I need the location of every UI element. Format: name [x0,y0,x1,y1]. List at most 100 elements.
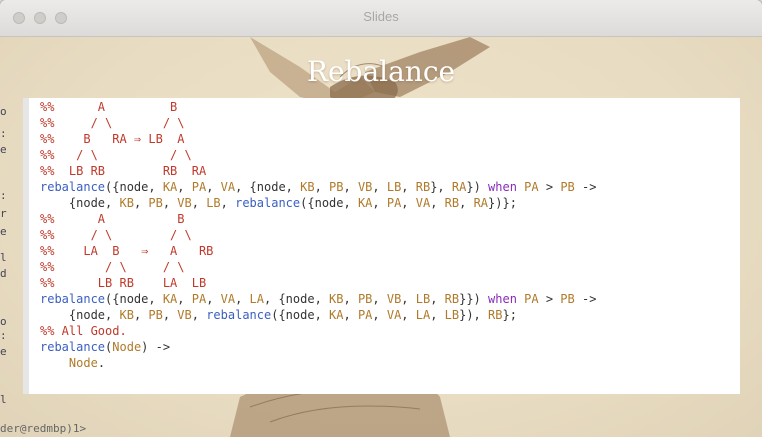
code-token-plain: ({node, [271,308,330,322]
code-token-var: KA [162,180,178,194]
code-token-plain: , [372,308,387,322]
code-token-comment: %% A B [40,212,185,226]
code-token-fn: rebalance [206,308,272,322]
code-token-var: PB [560,180,575,194]
code-token-var: VB [357,180,373,194]
code-token-plain: ({node, [300,196,358,210]
code-token-plain: {node, [40,196,120,210]
code-line: %% B RA ⇒ LB A [40,131,740,147]
code-token-plain: }}) [459,292,489,306]
terminal-edge-glyph: r [0,207,7,220]
code-token-plain: , [314,180,330,194]
code-token-var: PB [329,180,344,194]
code-token-var: PA [191,180,207,194]
code-token-var: PA [386,196,402,210]
code-line: rebalance(Node) -> [40,339,740,355]
code-line: %% A B [40,211,740,227]
code-token-var: PB [148,196,163,210]
code-token-plain: , [162,308,178,322]
code-token-var: VB [177,196,192,210]
terminal-edge-glyph: d [0,267,7,280]
code-token-plain: , [401,308,416,322]
code-token-plain: , [372,196,387,210]
code-block: %% A B %% / \ / \ %% B RA ⇒ LB A %% / \ / \… [23,98,740,394]
code-line: %% LA B ⇒ A RB [40,243,740,259]
code-token-var: LB [415,292,431,306]
code-token-comment: %% LB RB LA LB [40,276,207,290]
code-token-var: PB [148,308,163,322]
code-token-fn: rebalance [235,196,301,210]
code-token-plain: , [401,196,416,210]
code-token-plain: , [343,180,358,194]
code-token-plain: > [538,180,561,194]
code-line: Node. [40,355,740,371]
code-token-var: RB [415,180,431,194]
code-token-plain: , [401,292,416,306]
code-token-fn: rebalance [40,292,106,306]
terminal-edge-glyph: l [0,393,7,406]
code-token-comment: %% A B [40,100,178,114]
code-token-plain: }; [502,308,517,322]
code-token-var: KA [357,196,373,210]
code-token-plain: , [206,292,221,306]
code-token-plain: . [97,356,106,370]
code-token-plain: , [401,180,416,194]
code-token-var: LB [386,180,402,194]
code-token-fn: rebalance [40,180,106,194]
code-line: %% / \ / \ [40,259,740,275]
terminal-edge-glyph: e [0,143,7,156]
code-token-plain: }), [459,308,489,322]
code-token-var: KB [329,292,344,306]
code-line: rebalance({node, KA, PA, VA, LA, {node, … [40,291,740,307]
terminal-edge-glyph: : [0,127,7,140]
code-token-var: Node [112,340,142,354]
code-token-comment: %% / \ / \ [40,228,192,242]
code-token-plain: , [343,308,358,322]
code-token-fn: rebalance [40,340,106,354]
code-token-plain: , [191,308,207,322]
code-token-var: VB [177,308,192,322]
code-token-var: KB [119,196,134,210]
code-token-plain: -> [574,292,597,306]
code-token-var: PA [524,180,539,194]
code-token-plain: , {node, [264,292,330,306]
code-line: %% LB RB LA LB [40,275,740,291]
code-line: {node, KB, PB, VB, rebalance({node, KA, … [40,307,740,323]
code-token-comment: %% / \ / \ [40,260,185,274]
code-token-plain: , [177,180,192,194]
code-token-var: Node [68,356,98,370]
slides-window: Slides o:e:reldo:el der@redmbp)1> Rebala… [0,0,762,437]
code-token-var: LA [249,292,264,306]
code-token-var: LB [444,308,460,322]
slide-stage: o:e:reldo:el der@redmbp)1> Rebalance %% … [0,37,762,437]
code-token-plain: , [162,196,178,210]
code-token-var: PB [560,292,575,306]
code-token-plain: , [133,196,149,210]
code-token-plain: > [538,292,561,306]
terminal-edge-glyph: l [0,251,7,264]
code-token-plain: , [372,180,387,194]
code-token-var: VA [220,180,236,194]
code-line: rebalance({node, KA, PA, VA, {node, KB, … [40,179,740,195]
code-token-var: VA [386,308,402,322]
code-token-var: RB [488,308,503,322]
code-token-plain: }, [430,180,452,194]
code-token-var: PB [357,292,373,306]
code-token-comment: %% LB RB RB RA [40,164,207,178]
code-token-var: KA [162,292,178,306]
code-token-var: KB [119,308,134,322]
terminal-edge-glyph: e [0,225,7,238]
code-token-var: KB [300,180,315,194]
code-token-comment: %% All Good. [40,324,127,338]
code-token-plain: , [177,292,192,306]
code-token-var: VB [386,292,402,306]
code-token-plain: , [235,292,250,306]
code-token-var: PA [524,292,539,306]
title-bar[interactable]: Slides [0,0,762,37]
code-token-var: PA [191,292,207,306]
code-token-var: KA [329,308,344,322]
code-token-var: LA [415,308,431,322]
code-token-var: RA [473,196,489,210]
code-token-var: RB [444,196,460,210]
code-token-var: VA [415,196,431,210]
